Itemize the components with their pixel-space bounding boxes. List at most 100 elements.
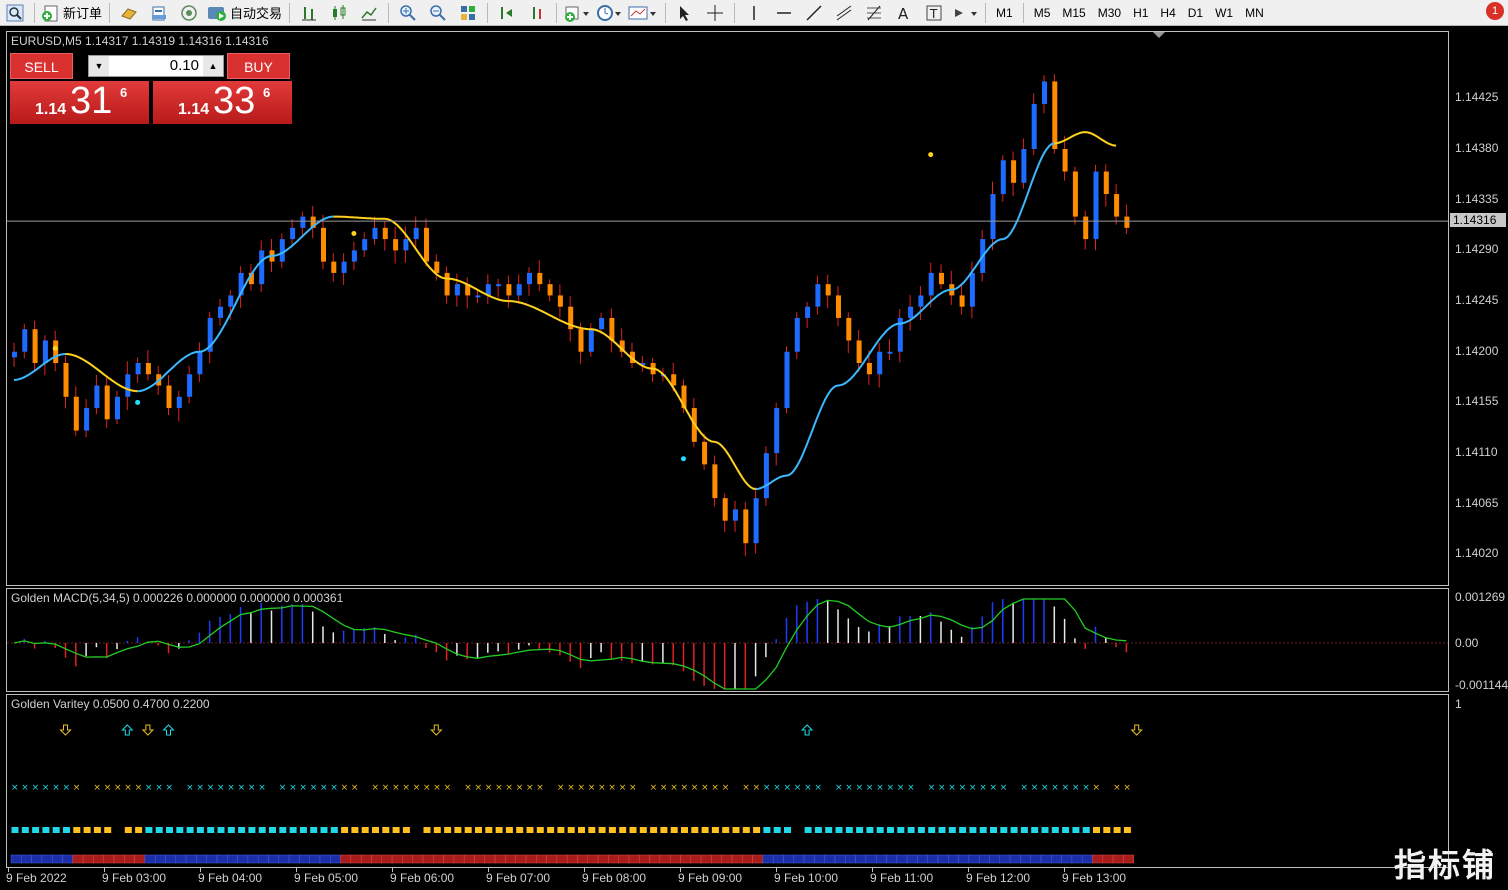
- trend-band-cell: [927, 854, 939, 864]
- time-tick: [104, 868, 105, 872]
- trend-square-mark: [21, 827, 29, 833]
- trend-square-mark: [104, 827, 112, 833]
- trend-cross-mark: ×: [330, 783, 338, 793]
- buy-quote[interactable]: 1.14 33 6: [153, 80, 292, 124]
- volume-field[interactable]: ▼ 0.10 ▲: [88, 55, 224, 77]
- trend-band-cell: [721, 854, 733, 864]
- trend-square-mark: [969, 827, 977, 833]
- timeframe-w1[interactable]: W1: [1215, 6, 1233, 20]
- periods-button[interactable]: [596, 2, 622, 24]
- trend-band-cell: [1009, 854, 1021, 864]
- volume-decrease-button[interactable]: ▼: [89, 56, 109, 76]
- variety-indicator-pane[interactable]: Golden Varitey 0.0500 0.4700 0.2200 × × × ×…: [6, 694, 1449, 868]
- trend-band-cell: [711, 854, 722, 864]
- crosshair-tool-button[interactable]: [703, 2, 727, 24]
- horizontal-line-button[interactable]: [772, 2, 796, 24]
- indicators-icon: [564, 4, 590, 22]
- trendline-button[interactable]: [802, 2, 826, 24]
- timeframe-m1[interactable]: M1: [996, 6, 1013, 20]
- equidistant-channel-button[interactable]: [832, 2, 856, 24]
- trend-cross-mark: ×: [619, 783, 627, 793]
- tile-windows-button[interactable]: [456, 2, 480, 24]
- trend-square-mark: [578, 827, 585, 833]
- buy-button[interactable]: BUY: [227, 53, 290, 79]
- trend-square-mark: [176, 827, 184, 833]
- candle-body: [382, 227, 388, 240]
- trend-cross-mark: ×: [536, 783, 544, 793]
- auto-trading-button[interactable]: 自动交易: [207, 2, 282, 24]
- text-label-button[interactable]: T: [922, 2, 946, 24]
- trend-square-mark: [701, 827, 709, 833]
- trendline-icon: [805, 4, 823, 22]
- indicators-button[interactable]: [564, 2, 590, 24]
- gold-bars-icon: [120, 4, 138, 22]
- timeframe-d1[interactable]: D1: [1188, 6, 1203, 20]
- volume-value[interactable]: 0.10: [113, 56, 199, 76]
- sell-quote[interactable]: 1.14 31 6: [10, 80, 149, 124]
- macd-indicator-pane[interactable]: Golden MACD(5,34,5) 0.000226 0.000000 0.…: [6, 588, 1449, 692]
- trend-cross-mark: ×: [104, 783, 112, 793]
- meta-editor-button[interactable]: [147, 2, 171, 24]
- volume-increase-button[interactable]: ▲: [203, 56, 223, 76]
- market-watch-button[interactable]: [3, 2, 27, 24]
- vertical-line-button[interactable]: [742, 2, 766, 24]
- timeframe-h4[interactable]: H4: [1160, 6, 1175, 20]
- candle-body: [1021, 149, 1027, 183]
- trend-cross-mark: ×: [299, 783, 307, 793]
- trend-band-cell: [1051, 854, 1062, 864]
- strategy-tester-button[interactable]: [117, 2, 141, 24]
- text-tool-button[interactable]: A: [892, 2, 916, 24]
- signal-dot: [681, 456, 686, 462]
- price-label: 1.14110: [1455, 445, 1498, 460]
- cursor-tool-button[interactable]: [673, 2, 697, 24]
- arrows-button[interactable]: [952, 2, 978, 24]
- trend-cross-mark: ×: [835, 783, 843, 793]
- trend-square-mark: [845, 827, 853, 833]
- trend-square-mark: [1123, 827, 1131, 833]
- trend-square-mark: [608, 827, 616, 833]
- trend-cross-mark: ×: [258, 783, 266, 793]
- buy-quote-prefix: 1.14: [178, 101, 210, 118]
- trend-square-mark: [444, 827, 452, 833]
- timeframe-m15[interactable]: M15: [1062, 6, 1085, 20]
- templates-button[interactable]: [628, 2, 658, 24]
- fibonacci-icon: [865, 4, 883, 22]
- trend-cross-mark: ×: [526, 783, 534, 793]
- trend-square-mark: [722, 827, 730, 833]
- trend-cross-mark: ×: [990, 783, 998, 793]
- trend-band-cell: [402, 854, 413, 864]
- variety-chart[interactable]: × × × × × × × × × × × × × × × × × × × × × × × × × × × × × × × × × × × × × × × ×…: [7, 695, 1449, 868]
- timeframe-mn[interactable]: MN: [1245, 6, 1264, 20]
- trend-cross-mark: ×: [588, 783, 596, 793]
- price-scale[interactable]: 1.14425 1.14380 1.14335 1.14290 1.14245 1.142…: [1449, 31, 1508, 586]
- candlestick-button[interactable]: [327, 2, 351, 24]
- auto-trading-icon: [207, 4, 227, 22]
- trend-square-mark: [475, 827, 482, 833]
- trend-cross-mark: ×: [186, 783, 194, 793]
- trend-cross-mark: ×: [660, 783, 668, 793]
- candle-body: [321, 227, 326, 262]
- trend-square-mark: [825, 827, 833, 833]
- new-order-button[interactable]: 新订单: [42, 2, 102, 24]
- candle-body: [228, 295, 234, 307]
- zoom-in-button[interactable]: [396, 2, 420, 24]
- timeframe-h1[interactable]: H1: [1133, 6, 1148, 20]
- line-chart-button[interactable]: [357, 2, 381, 24]
- signals-button[interactable]: [177, 2, 201, 24]
- trend-band-cell: [505, 854, 516, 864]
- fibonacci-button[interactable]: [862, 2, 886, 24]
- time-label: 9 Feb 06:00: [390, 871, 455, 885]
- auto-scroll-button[interactable]: [525, 2, 549, 24]
- notification-badge[interactable]: 1: [1486, 2, 1504, 20]
- toolbar-separator: [109, 2, 111, 23]
- trend-band-cell: [1112, 854, 1124, 864]
- chart-shift-button[interactable]: [495, 2, 519, 24]
- candle-body: [1083, 216, 1089, 240]
- zoom-out-button[interactable]: [426, 2, 450, 24]
- trend-band-cell: [216, 854, 228, 864]
- bar-chart-button[interactable]: [297, 2, 321, 24]
- timeframe-m5[interactable]: M5: [1034, 6, 1051, 20]
- candle-body: [145, 363, 151, 375]
- sell-button[interactable]: SELL: [10, 53, 73, 79]
- timeframe-m30[interactable]: M30: [1098, 6, 1121, 20]
